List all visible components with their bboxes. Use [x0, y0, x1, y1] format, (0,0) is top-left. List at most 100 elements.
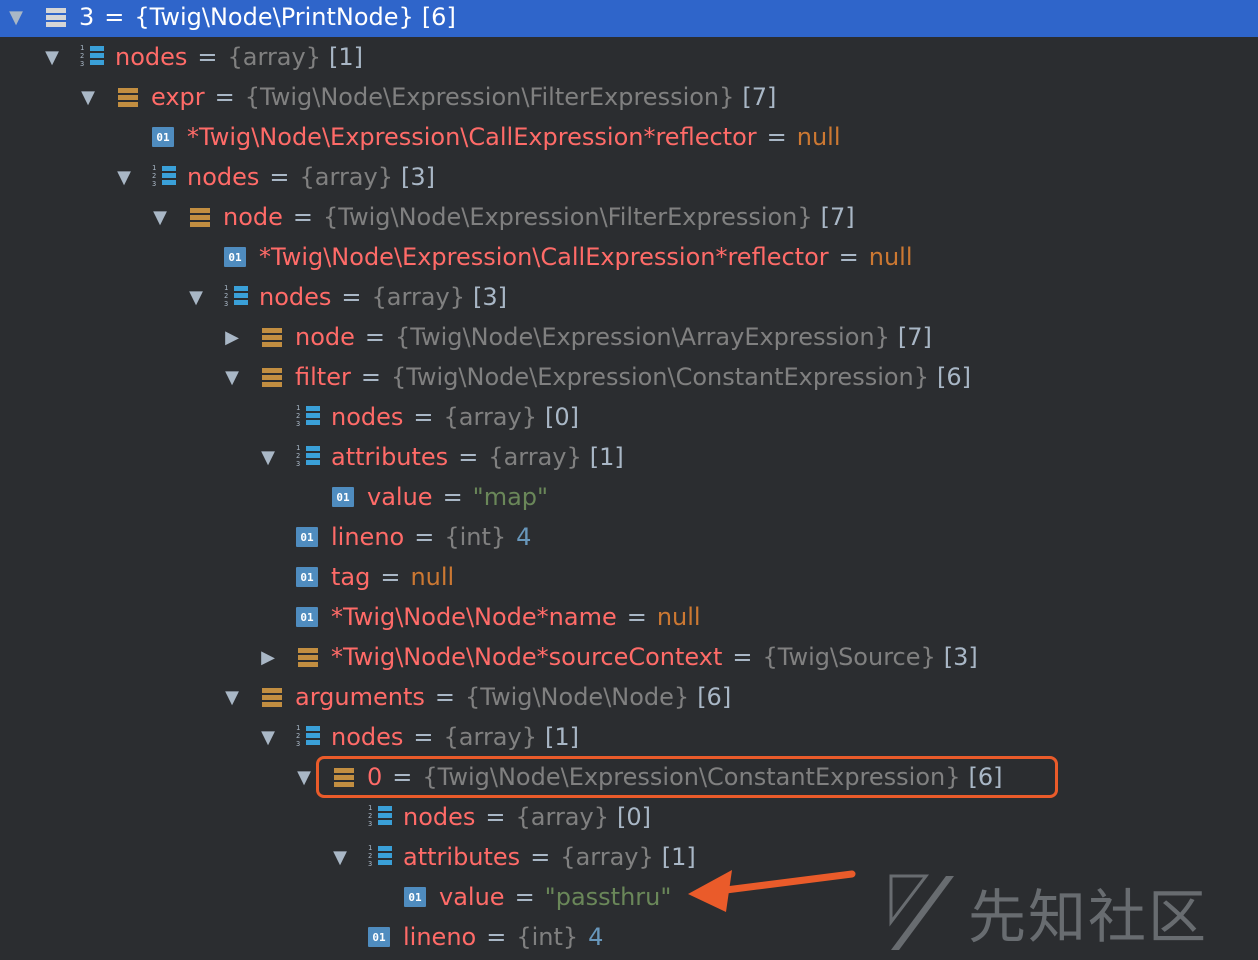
tree-row[interactable]: 01 lineno = {int} 4 — [0, 517, 1258, 557]
variable-name: *Twig\Node\Node*sourceContext — [331, 643, 723, 671]
collapse-arrow-icon[interactable]: ▶ — [220, 317, 244, 357]
variable-value: null — [656, 603, 701, 631]
variable-type: {array} — [515, 803, 609, 831]
tree-row[interactable]: ▶ node = {Twig\Node\Expression\ArrayExpress… — [0, 317, 1258, 357]
tree-row[interactable]: 01 tag = null — [0, 557, 1258, 597]
tree-row-text: attributes = {array} [1] — [403, 837, 696, 877]
tree-row-text: *Twig\Node\Expression\CallExpression*ref… — [259, 237, 913, 277]
expand-arrow-icon[interactable]: ▼ — [220, 357, 244, 397]
object-icon — [116, 85, 140, 109]
tree-row[interactable]: 01 *Twig\Node\Node*name = null — [0, 597, 1258, 637]
variable-name: attributes — [331, 443, 449, 471]
equals-sign: = — [766, 123, 787, 151]
variable-name: node — [295, 323, 355, 351]
child-count: [7] — [742, 83, 777, 111]
tree-row-text: tag = null — [331, 557, 454, 597]
tree-row[interactable]: ▼ 1 2 3 nodes = {array} [3] — [0, 277, 1258, 317]
equals-sign: = — [292, 203, 314, 231]
array-icon: 123 — [296, 444, 320, 469]
object-icon — [296, 645, 320, 669]
child-count: [1] — [589, 443, 624, 471]
equals-sign: = — [485, 803, 506, 831]
variable-name: *Twig\Node\Expression\CallExpression*ref… — [259, 243, 829, 271]
expand-arrow-icon[interactable]: ▼ — [220, 677, 244, 717]
variable-type: {Twig\Node\Node} — [464, 683, 690, 711]
expand-arrow-icon[interactable]: ▼ — [184, 277, 208, 317]
expand-arrow-icon[interactable]: ▼ — [256, 717, 280, 757]
variable-type: {Twig\Node\Expression\FilterExpression} — [323, 203, 813, 231]
variable-name: arguments — [295, 683, 425, 711]
variable-type: {Twig\Node\Expression\ConstantExpression… — [390, 363, 930, 391]
expand-arrow-icon[interactable]: ▼ — [328, 837, 352, 877]
expand-arrow-icon[interactable]: ▼ — [292, 757, 316, 797]
equals-sign: = — [413, 403, 434, 431]
primitive-icon: 01 — [296, 607, 318, 627]
expand-arrow-icon[interactable]: ▼ — [76, 77, 100, 117]
object-icon — [188, 205, 212, 229]
tree-row-text: filter = {Twig\Node\Expression\ConstantExp… — [295, 357, 971, 397]
tree-row[interactable]: 01 *Twig\Node\Expression\CallExpression*r… — [0, 117, 1258, 157]
equals-sign: = — [104, 3, 125, 31]
expand-arrow-icon[interactable]: ▼ — [112, 157, 136, 197]
tree-row[interactable]: ▼ expr = {Twig\Node\Expression\FilterExpres… — [0, 77, 1258, 117]
tree-row[interactable]: ▼ 1 2 3 attributes = {array} [1] — [0, 437, 1258, 477]
equals-sign: = — [341, 283, 362, 311]
equals-sign: = — [364, 323, 386, 351]
array-icon: 123 — [368, 844, 392, 869]
expand-arrow-icon[interactable]: ▼ — [4, 0, 28, 37]
variable-name: nodes — [115, 43, 188, 71]
equals-sign: = — [414, 523, 435, 551]
child-count: [0] — [544, 403, 579, 431]
variable-type: {array} — [560, 843, 654, 871]
variable-type: {array} — [299, 163, 393, 191]
variable-type: {array} — [443, 403, 537, 431]
tree-row[interactable]: 1 2 3 nodes = {array} [0] — [0, 797, 1258, 837]
tree-row[interactable]: ▼ arguments = {Twig\Node\Node} [6] — [0, 677, 1258, 717]
tree-row[interactable]: ▼ 3 = {Twig\Node\PrintNode} [6] — [0, 0, 1258, 37]
expand-arrow-icon[interactable]: ▼ — [256, 437, 280, 477]
tree-row-text: nodes = {array} [0] — [331, 397, 579, 437]
equals-sign: = — [214, 83, 235, 111]
tree-row-text: value = "passthru" — [439, 877, 671, 917]
equals-sign: = — [380, 563, 401, 591]
tree-row-text: value = "map" — [367, 477, 548, 517]
tree-row[interactable]: ▼ 1 2 3 nodes = {array} [3] — [0, 157, 1258, 197]
watermark-text: 先知社区 — [968, 883, 1209, 951]
tree-row[interactable]: ▼ 1 2 3 nodes = {array} [1] — [0, 37, 1258, 77]
array-icon: 123 — [296, 404, 320, 429]
variable-value: null — [796, 123, 841, 151]
array-icon: 123 — [80, 44, 104, 69]
equals-sign: = — [486, 923, 507, 951]
tree-row-text: nodes = {array} [1] — [115, 37, 363, 77]
tree-row-text: node = {Twig\Node\Expression\FilterExpress… — [223, 197, 855, 237]
primitive-icon: 01 — [332, 487, 354, 507]
expand-arrow-icon[interactable]: ▼ — [148, 197, 172, 237]
tree-row[interactable]: 01 value = "map" — [0, 477, 1258, 517]
tree-row[interactable]: ▼ 1 2 3 nodes = {array} [1] — [0, 717, 1258, 757]
tree-row[interactable]: ▶ *Twig\Node\Node*sourceContext = {Twig\Sou… — [0, 637, 1258, 677]
variable-type: {Twig\Node\PrintNode} — [134, 3, 414, 31]
tree-row-text: arguments = {Twig\Node\Node} [6] — [295, 677, 731, 717]
array-icon: 123 — [368, 804, 392, 829]
tree-row[interactable]: ▼ filter = {Twig\Node\Expression\ConstantEx… — [0, 357, 1258, 397]
equals-sign: = — [458, 443, 479, 471]
variable-name: attributes — [403, 843, 521, 871]
tree-row-text: nodes = {array} [3] — [187, 157, 435, 197]
tree-row-text: 3 = {Twig\Node\PrintNode} [6] — [79, 0, 456, 37]
tree-row[interactable]: ▼ node = {Twig\Node\Expression\FilterExpres… — [0, 197, 1258, 237]
variable-value: "passthru" — [544, 883, 672, 911]
variable-name: nodes — [331, 403, 404, 431]
variable-type: {array} — [227, 43, 321, 71]
tree-row[interactable]: 1 2 3 nodes = {array} [0] — [0, 397, 1258, 437]
primitive-icon: 01 — [296, 567, 318, 587]
equals-sign: = — [732, 643, 753, 671]
primitive-icon: 01 — [152, 127, 174, 147]
watermark: 先知社区 — [886, 870, 1256, 954]
variable-type: {int} — [444, 523, 507, 551]
array-icon: 123 — [224, 284, 248, 309]
tree-row[interactable]: 01 *Twig\Node\Expression\CallExpression*r… — [0, 237, 1258, 277]
expand-arrow-icon[interactable]: ▼ — [40, 37, 64, 77]
object-icon — [260, 685, 284, 709]
variable-name: nodes — [331, 723, 404, 751]
collapse-arrow-icon[interactable]: ▶ — [256, 637, 280, 677]
